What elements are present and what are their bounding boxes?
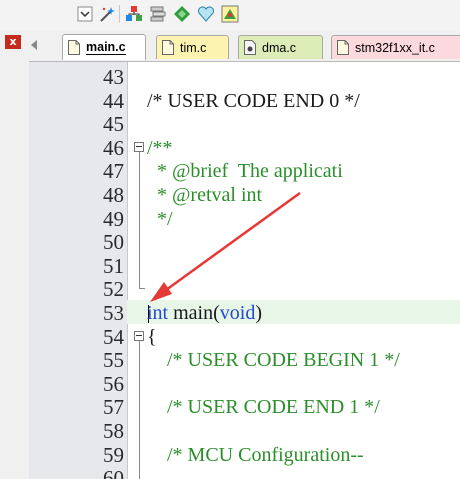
line-number: 59 — [103, 442, 124, 467]
tab-scroll-left-icon[interactable] — [31, 40, 37, 50]
green-diamond-icon[interactable] — [172, 4, 192, 24]
code-line: 45 — [29, 113, 460, 137]
code-line: 57 /* USER CODE END 1 */ — [29, 396, 460, 420]
code-comment: * @brief The applicati — [147, 160, 343, 183]
c-file-icon — [162, 40, 174, 55]
fold-guide — [139, 152, 140, 288]
line-number: 60 — [103, 467, 124, 479]
code-line: 52 — [29, 278, 460, 302]
fold-guide-end — [139, 288, 145, 289]
line-number: 54 — [103, 324, 124, 349]
c-file-icon — [68, 40, 80, 55]
code-line: 48 * @retval int — [29, 183, 460, 208]
stack-icon[interactable] — [148, 4, 168, 24]
line-number: 47 — [103, 159, 124, 184]
project-panel-edge — [0, 31, 30, 479]
code-line: 43 — [29, 65, 460, 90]
build-icon[interactable] — [124, 4, 144, 24]
tab-label: stm32f1xx_it.c — [355, 40, 435, 55]
tab-label: dma.c — [262, 40, 297, 55]
code-line: 49 */ — [29, 206, 460, 232]
code-comment: /* MCU Configuration-- — [147, 443, 364, 466]
line-number: 51 — [103, 253, 124, 278]
code-line: 56 — [29, 371, 460, 397]
code-line-current: 53 int main(void) — [29, 301, 460, 326]
toolbar-separator — [119, 5, 120, 23]
code-line: 46 /** — [29, 135, 460, 161]
line-number: 57 — [103, 395, 124, 420]
code-line: 55 /* USER CODE BEGIN 1 */ — [29, 349, 460, 373]
line-number: 43 — [103, 65, 124, 89]
code-keyword: int — [147, 302, 169, 324]
tab-dma-c[interactable]: dma.c — [238, 35, 323, 59]
tab-main-c[interactable]: main.c — [62, 34, 146, 60]
fold-toggle-icon[interactable] — [134, 141, 144, 152]
code-line: 58 — [29, 419, 460, 444]
code-keyword: void — [219, 302, 256, 324]
line-number: 55 — [103, 348, 124, 373]
line-number: 52 — [103, 277, 124, 302]
line-number: 50 — [103, 230, 124, 255]
code-punct: ) — [255, 302, 263, 324]
code-identifier: main( — [168, 302, 220, 324]
code-comment: /* USER CODE BEGIN 1 */ — [147, 349, 400, 372]
code-line: 60 — [29, 467, 460, 479]
code-line: 44 /* USER CODE END 0 */ — [29, 88, 460, 114]
tab-tim-c[interactable]: tim.c — [156, 35, 229, 59]
code-line: 47 * @brief The applicati — [29, 160, 460, 184]
code-line: 54 { — [29, 324, 460, 350]
line-number: 48 — [103, 183, 124, 207]
code-comment: /* USER CODE END 1 */ — [147, 396, 380, 419]
close-panel-button[interactable]: x — [5, 35, 21, 49]
c-file-icon — [244, 40, 256, 55]
code-comment: * @retval int — [147, 184, 263, 206]
code-text: { — [147, 325, 157, 348]
code-text: int main(void) — [147, 302, 262, 326]
flag-icon[interactable] — [220, 4, 240, 24]
fold-guide — [139, 341, 140, 479]
code-line: 51 — [29, 253, 460, 279]
tab-label: main.c — [86, 39, 126, 55]
fold-toggle-icon[interactable] — [134, 330, 144, 341]
line-number: 56 — [103, 371, 124, 396]
line-number: 46 — [103, 135, 124, 160]
heart-icon[interactable] — [196, 4, 216, 24]
line-number: 53 — [103, 301, 124, 325]
line-number: 44 — [103, 88, 124, 113]
line-number: 49 — [103, 206, 124, 231]
tab-stm32f1xx-it-c[interactable]: stm32f1xx_it.c — [331, 35, 460, 59]
line-number: 45 — [103, 112, 124, 137]
code-comment: /** — [147, 136, 173, 159]
toolbar — [0, 0, 460, 31]
code-line: 50 — [29, 231, 460, 255]
code-line: 59 /* MCU Configuration-- — [29, 442, 460, 468]
magic-wand-icon[interactable] — [97, 4, 117, 24]
code-comment: */ — [147, 207, 173, 230]
code-text: /* USER CODE END 0 */ — [147, 89, 360, 112]
line-number: 58 — [103, 419, 124, 443]
c-file-icon — [337, 40, 349, 55]
combo-dropdown-icon[interactable] — [75, 4, 95, 24]
tab-label: tim.c — [180, 40, 207, 55]
